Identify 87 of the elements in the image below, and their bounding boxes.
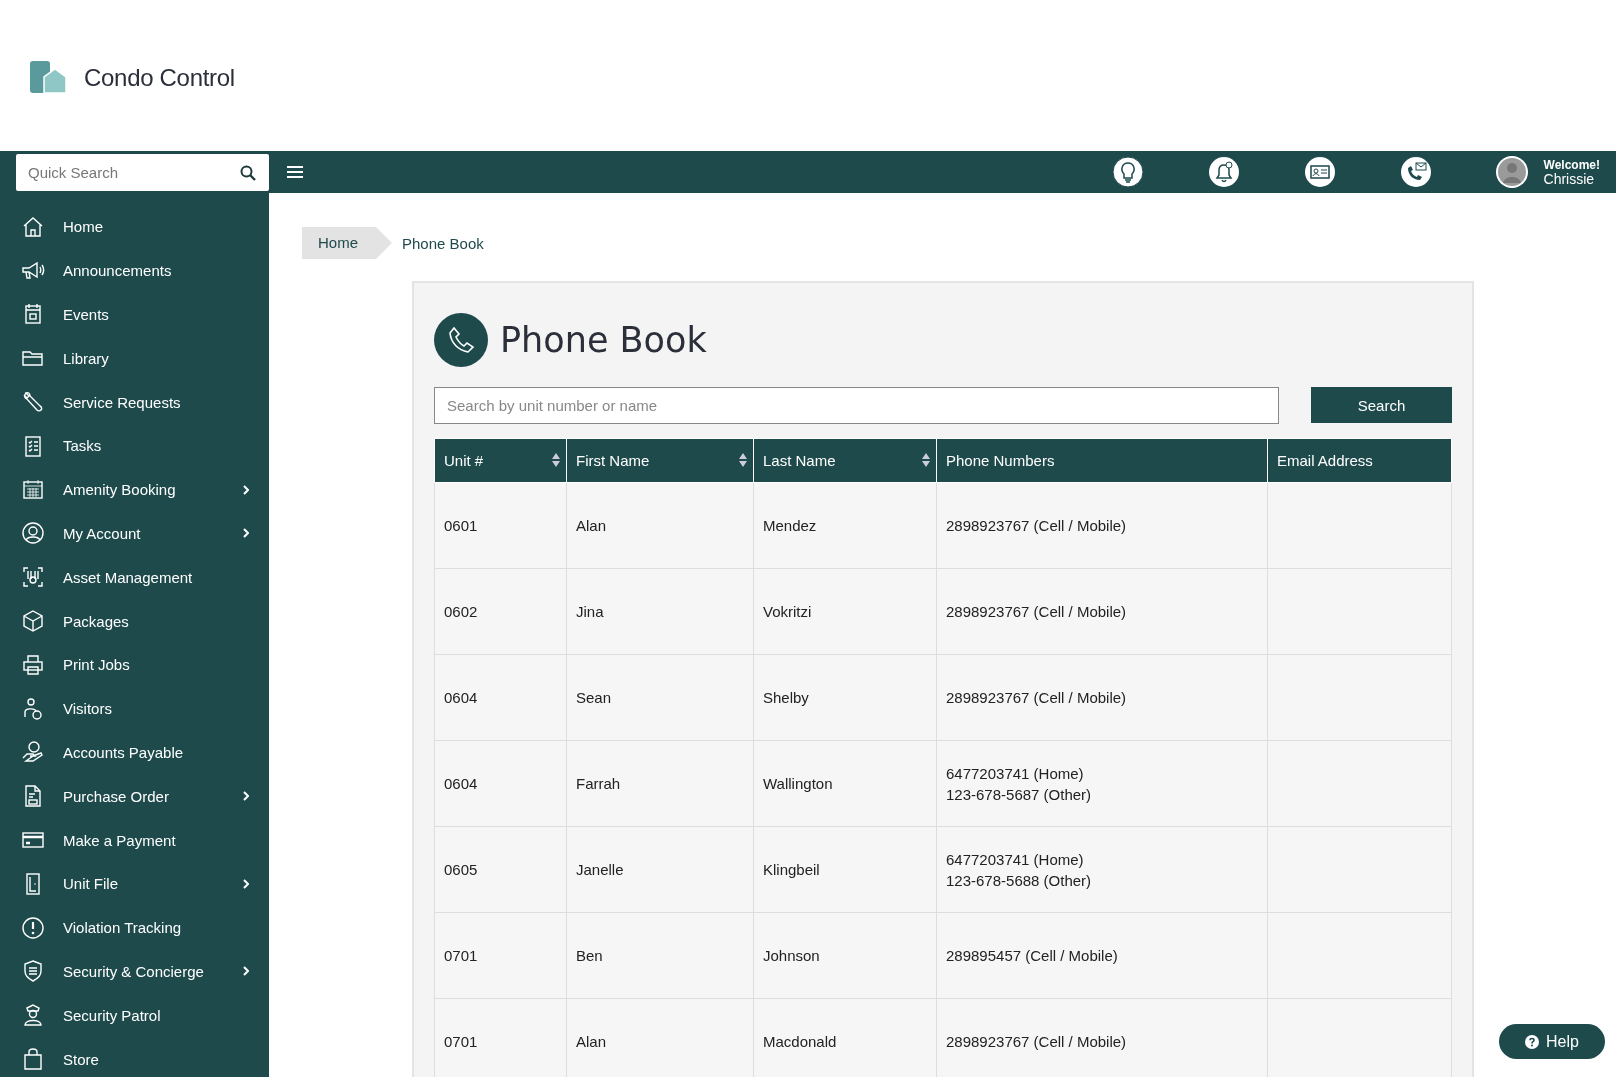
table-cell: 2898923767 (Cell / Mobile): [936, 568, 1268, 655]
scan-icon: [21, 565, 45, 590]
welcome-label: Welcome!: [1543, 158, 1600, 172]
sidebar-item[interactable]: Packages: [0, 599, 269, 643]
sidebar-item[interactable]: Asset Management: [0, 555, 269, 600]
phone-mail-icon[interactable]: [1399, 156, 1432, 188]
table-cell: 0604: [434, 740, 567, 827]
table-cell: Alan: [566, 482, 754, 569]
table-cell: Farrah: [566, 740, 754, 827]
table-cell: 0701: [434, 998, 567, 1077]
sort-icon[interactable]: [552, 453, 560, 467]
hand-coin-icon: [21, 740, 45, 765]
table-cell: 6477203741 (Home) 123-678-5687 (Other): [936, 740, 1268, 827]
table-cell: Johnson: [753, 912, 937, 999]
table-cell: 0701: [434, 912, 567, 999]
shopping-bag-icon: [21, 1047, 45, 1072]
sidebar-item[interactable]: Accounts Payable: [0, 730, 269, 775]
sidebar-item[interactable]: Print Jobs: [0, 642, 269, 687]
column-header[interactable]: First Name: [566, 438, 754, 483]
table-cell: Wallington: [753, 740, 937, 827]
sort-icon[interactable]: [739, 453, 747, 467]
table-cell: Macdonald: [753, 998, 937, 1077]
sidebar-item[interactable]: Security Patrol: [0, 993, 269, 1038]
breadcrumb-link[interactable]: Home: [302, 227, 392, 259]
table-cell: Mendez: [753, 482, 937, 569]
table-cell: Shelby: [753, 654, 937, 741]
calendar-grid-icon: [21, 477, 45, 502]
column-header: Phone Numbers: [936, 438, 1268, 483]
shield-icon: [21, 959, 45, 984]
table-cell: Vokritzi: [753, 568, 937, 655]
sidebar-item[interactable]: My Account: [0, 511, 269, 556]
table-cell: 0605: [434, 826, 567, 913]
question-icon: [1525, 1034, 1540, 1049]
help-button[interactable]: Help: [1499, 1024, 1605, 1059]
sidebar-item[interactable]: Events: [0, 292, 269, 337]
box-icon: [21, 609, 45, 634]
sidebar-item[interactable]: Purchase Order: [0, 774, 269, 819]
column-header[interactable]: Last Name: [753, 438, 937, 483]
brand-name: Condo Control: [84, 63, 235, 92]
logo-icon: [30, 60, 68, 95]
search-button[interactable]: Search: [1311, 387, 1452, 423]
sidebar-item[interactable]: Library: [0, 336, 269, 381]
sidebar-item[interactable]: Unit File: [0, 861, 269, 906]
page-title: Phone Book: [500, 320, 707, 360]
table-cell: 0604: [434, 654, 567, 741]
table-cell: Alan: [566, 998, 754, 1077]
avatar-icon[interactable]: [1495, 156, 1528, 188]
table-cell: Janelle: [566, 826, 754, 913]
person-badge-icon: [21, 696, 45, 721]
sidebar-item[interactable]: Service Requests: [0, 380, 269, 424]
table-cell: 289895457 (Cell / Mobile): [936, 912, 1268, 999]
menu-icon[interactable]: [287, 165, 303, 179]
sidebar-item[interactable]: Violation Tracking: [0, 905, 269, 950]
printer-icon: [21, 652, 45, 677]
sidebar-item[interactable]: Make a Payment: [0, 818, 269, 862]
table-cell: 2898923767 (Cell / Mobile): [936, 654, 1268, 741]
lightbulb-icon[interactable]: [1111, 156, 1144, 188]
table-cell: Jina: [566, 568, 754, 655]
sidebar-item[interactable]: Visitors: [0, 686, 269, 731]
table-cell: 6477203741 (Home) 123-678-5688 (Other): [936, 826, 1268, 913]
table-cell: 2898923767 (Cell / Mobile): [936, 998, 1268, 1077]
sidebar-item[interactable]: Announcements: [0, 248, 269, 293]
table-cell: Sean: [566, 654, 754, 741]
table-cell: 0602: [434, 568, 567, 655]
sidebar-item[interactable]: Store: [0, 1037, 269, 1077]
user-name[interactable]: Chrissie: [1543, 172, 1600, 186]
sidebar-item[interactable]: Security & Concierge: [0, 949, 269, 994]
bell-icon[interactable]: [1207, 156, 1240, 188]
user-circle-icon: [21, 521, 45, 546]
exclamation-circle-icon: [21, 915, 45, 940]
sidebar-item[interactable]: Tasks: [0, 424, 269, 468]
table-cell: 0601: [434, 482, 567, 569]
column-header[interactable]: Unit #: [434, 438, 567, 483]
search-icon[interactable]: [240, 164, 256, 181]
column-header: Email Address: [1267, 438, 1452, 483]
sidebar-item[interactable]: Home: [0, 205, 269, 249]
phone-icon: [434, 313, 488, 367]
id-card-icon[interactable]: [1303, 156, 1336, 188]
search-field[interactable]: Search by unit number or name: [434, 387, 1279, 424]
guard-icon: [21, 1003, 45, 1028]
table-cell: Ben: [566, 912, 754, 999]
breadcrumb-current: Phone Book: [402, 234, 484, 252]
sidebar-item[interactable]: Amenity Booking: [0, 467, 269, 512]
sort-icon[interactable]: [922, 453, 930, 467]
table-cell: 2898923767 (Cell / Mobile): [936, 482, 1268, 569]
table-cell: Klingbeil: [753, 826, 937, 913]
quick-search-field[interactable]: Quick Search: [16, 153, 269, 191]
